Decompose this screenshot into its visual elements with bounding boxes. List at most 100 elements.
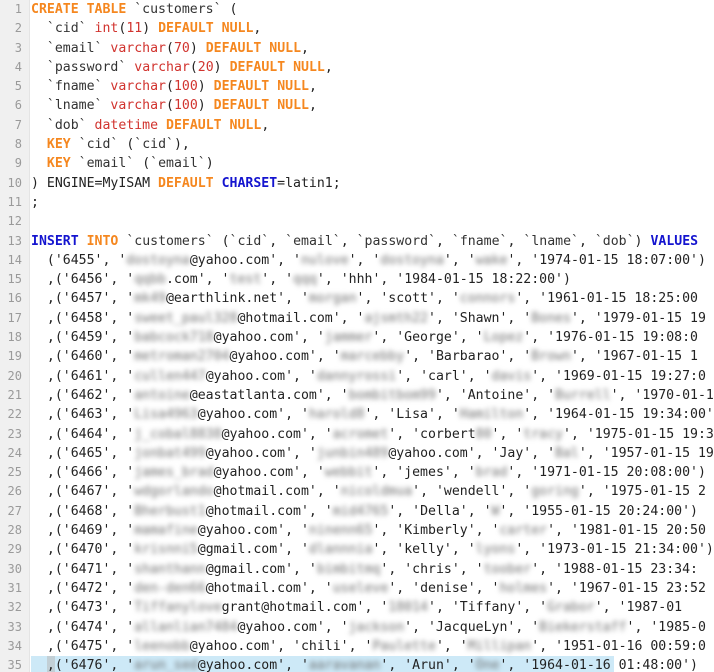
redacted-text: Brown bbox=[531, 347, 571, 366]
code-token: @hotmail.com', ' bbox=[206, 504, 333, 519]
code-line[interactable]: 10) ENGINE=MyISAM DEFAULT CHARSET=latin1… bbox=[0, 174, 714, 193]
code-token: =latin1; bbox=[277, 176, 341, 191]
code-line[interactable]: 9 KEY `email` (`email`) bbox=[0, 154, 714, 173]
code-line[interactable]: 3 `email` varchar(70) DEFAULT NULL, bbox=[0, 39, 714, 58]
code-token: ,('6456', ' bbox=[31, 272, 134, 287]
sql-code-editor[interactable]: 1CREATE TABLE `customers` (2 `cid` int(1… bbox=[0, 0, 714, 672]
redacted-text: antoine bbox=[134, 386, 190, 405]
code-token: ', '1981-01-15 20:50 bbox=[547, 523, 706, 538]
code-token: ,('6459', ' bbox=[31, 330, 134, 345]
redacted-text: webbit bbox=[325, 463, 373, 482]
code-line[interactable]: 21 ,('6462', 'antoine@eastatlanta.com', … bbox=[0, 386, 714, 405]
code-line[interactable]: 4 `password` varchar(20) DEFAULT NULL, bbox=[0, 58, 714, 77]
redacted-text: Bal bbox=[555, 444, 579, 463]
code-line[interactable]: 24 ,('6465', 'jonbat499@yahoo.com', 'jun… bbox=[0, 444, 714, 463]
redacted-text: toober bbox=[484, 560, 532, 579]
code-line[interactable]: 25 ,('6466', 'james_brad@yahoo.com', 'we… bbox=[0, 463, 714, 482]
code-token: @gmail.com', ' bbox=[198, 542, 309, 557]
code-line[interactable]: 19 ,('6460', 'metroman2704@yahoo.com', '… bbox=[0, 347, 714, 366]
code-line[interactable]: 26 ,('6467', 'wdgorlando@hotmail.com', '… bbox=[0, 482, 714, 501]
line-number: 30 bbox=[0, 560, 22, 579]
code-line[interactable]: 11; bbox=[0, 193, 714, 212]
code-line[interactable]: 22 ,('6463', 'Lisa4963@yahoo.com', 'haro… bbox=[0, 405, 714, 424]
code-line[interactable]: 23 ,('6464', 'j_cobal8838@yahoo.com', 'a… bbox=[0, 425, 714, 444]
code-line[interactable]: 16 ,('6457', 'mk49@earthlink.net', 'morg… bbox=[0, 289, 714, 308]
code-text: ,('6463', 'Lisa4963@yahoo.com', 'harold8… bbox=[31, 405, 714, 424]
code-line[interactable]: 27 ,('6468', 'Bherbust1@hotmail.com', 'm… bbox=[0, 502, 714, 521]
code-line[interactable]: 8 KEY `cid` (`cid`), bbox=[0, 135, 714, 154]
code-token: 70 bbox=[174, 41, 190, 56]
code-token: ,('6468', ' bbox=[31, 504, 134, 519]
code-token: varchar bbox=[110, 98, 166, 113]
redacted-text: leenobb bbox=[134, 637, 190, 656]
code-text: ('6455', 'dostoyna@yahoo.com', 'nulove',… bbox=[31, 251, 706, 270]
code-line[interactable]: 5 `fname` varchar(100) DEFAULT NULL, bbox=[0, 77, 714, 96]
code-text: KEY `email` (`email`) bbox=[31, 154, 214, 173]
code-line[interactable]: 1CREATE TABLE `customers` ( bbox=[0, 0, 714, 19]
code-token: ', 'Barbarao', ' bbox=[404, 349, 531, 364]
code-token: ( bbox=[134, 156, 150, 171]
code-token: ) ENGINE=MyISAM bbox=[31, 176, 158, 191]
code-token: ,('6472', ' bbox=[31, 581, 134, 596]
code-line[interactable]: 6 `lname` varchar(100) DEFAULT NULL, bbox=[0, 96, 714, 115]
code-lines-container[interactable]: 1CREATE TABLE `customers` (2 `cid` int(1… bbox=[0, 0, 714, 672]
code-line[interactable]: 30 ,('6471', 'shanthann@gmail.com', 'bim… bbox=[0, 560, 714, 579]
code-token: ,('6469', ' bbox=[31, 523, 134, 538]
redacted-text: Grabor bbox=[547, 598, 595, 617]
redacted-text: bimbitmq bbox=[317, 560, 381, 579]
code-token: ', '1975-01-15 2 bbox=[579, 484, 706, 499]
code-token: ', '1970-01-1 bbox=[611, 388, 714, 403]
code-token: ', ' bbox=[349, 253, 381, 268]
code-line[interactable]: 18 ,('6459', 'babcock718@yahoo.com', 'ja… bbox=[0, 328, 714, 347]
code-line[interactable]: 31 ,('6472', 'den-den66@hotmail.com', 'u… bbox=[0, 579, 714, 598]
code-token: `customers` bbox=[126, 234, 213, 249]
code-line[interactable]: 14 ('6455', 'dostoyna@yahoo.com', 'nulov… bbox=[0, 251, 714, 270]
redacted-text: 80 bbox=[476, 425, 492, 444]
code-token: varchar bbox=[110, 79, 166, 94]
code-line[interactable]: 2 `cid` int(11) DEFAULT NULL, bbox=[0, 19, 714, 38]
code-token: , bbox=[341, 234, 357, 249]
code-token: , bbox=[269, 234, 285, 249]
code-line[interactable]: 13INSERT INTO `customers` (`cid`, `email… bbox=[0, 232, 714, 251]
code-token bbox=[158, 118, 166, 133]
code-token: `password` bbox=[47, 60, 126, 75]
code-line[interactable]: 33 ,('6474', 'allanlian7484@yahoo.com', … bbox=[0, 618, 714, 637]
code-line-selected[interactable]: 35 ,('6476', 'arun_sed@yahoo.com', 'aara… bbox=[0, 656, 714, 672]
code-line[interactable]: 32 ,('6473', 'Tiffanylovegrant@hotmail.c… bbox=[0, 598, 714, 617]
code-token: DEFAULT NULL bbox=[214, 79, 309, 94]
code-token: `customers` bbox=[134, 2, 221, 17]
code-token: varchar bbox=[110, 41, 166, 56]
code-token: , bbox=[309, 79, 317, 94]
code-line[interactable]: 20 ,('6461', 'cullen447@yahoo.com', 'dan… bbox=[0, 367, 714, 386]
code-line[interactable]: 34 ,('6475', 'leenobb@yahoo.com', 'chili… bbox=[0, 637, 714, 656]
code-text: ,('6466', 'james_brad@yahoo.com', 'webbi… bbox=[31, 463, 706, 482]
redacted-text: carter bbox=[499, 521, 547, 540]
redacted-text: holmes bbox=[499, 579, 547, 598]
code-token: ', 'corbert bbox=[388, 427, 475, 442]
line-number: 8 bbox=[0, 135, 22, 154]
code-token bbox=[31, 41, 47, 56]
code-line[interactable]: 7 `dob` datetime DEFAULT NULL, bbox=[0, 116, 714, 135]
code-token: DEFAULT NULL bbox=[214, 98, 309, 113]
code-token: ', '1974-01-15 18:07:00') bbox=[507, 253, 706, 268]
code-token: @yahoo.com', ' bbox=[214, 465, 325, 480]
code-token: ,('6470', ' bbox=[31, 542, 134, 557]
line-number: 5 bbox=[0, 77, 22, 96]
code-token: ) bbox=[198, 79, 214, 94]
code-line[interactable]: 28 ,('6469', 'mamafine@yahoo.com', 'nine… bbox=[0, 521, 714, 540]
code-token: ', 'chris', ' bbox=[380, 562, 483, 577]
code-line[interactable]: 12 bbox=[0, 212, 714, 231]
code-token bbox=[87, 21, 95, 36]
redacted-text: jammer bbox=[325, 328, 373, 347]
code-token: `email` bbox=[285, 234, 341, 249]
code-line[interactable]: 15 ,('6456', 'qqbb.com', 'test', 'qqq', … bbox=[0, 270, 714, 289]
redacted-text: davis bbox=[492, 367, 532, 386]
code-token: 20 bbox=[198, 60, 214, 75]
code-token: ,('6464', ' bbox=[31, 427, 134, 442]
line-number: 22 bbox=[0, 405, 22, 424]
code-line[interactable]: 29 ,('6470', 'krisnni5@gmail.com', 'dlan… bbox=[0, 540, 714, 559]
code-token: ', '1964-01-16 01:48:00') bbox=[499, 658, 698, 672]
redacted-text: nulove bbox=[301, 251, 349, 270]
redacted-text: sweet_paul328 bbox=[134, 309, 237, 328]
code-line[interactable]: 17 ,('6458', 'sweet_paul328@hotmail.com'… bbox=[0, 309, 714, 328]
